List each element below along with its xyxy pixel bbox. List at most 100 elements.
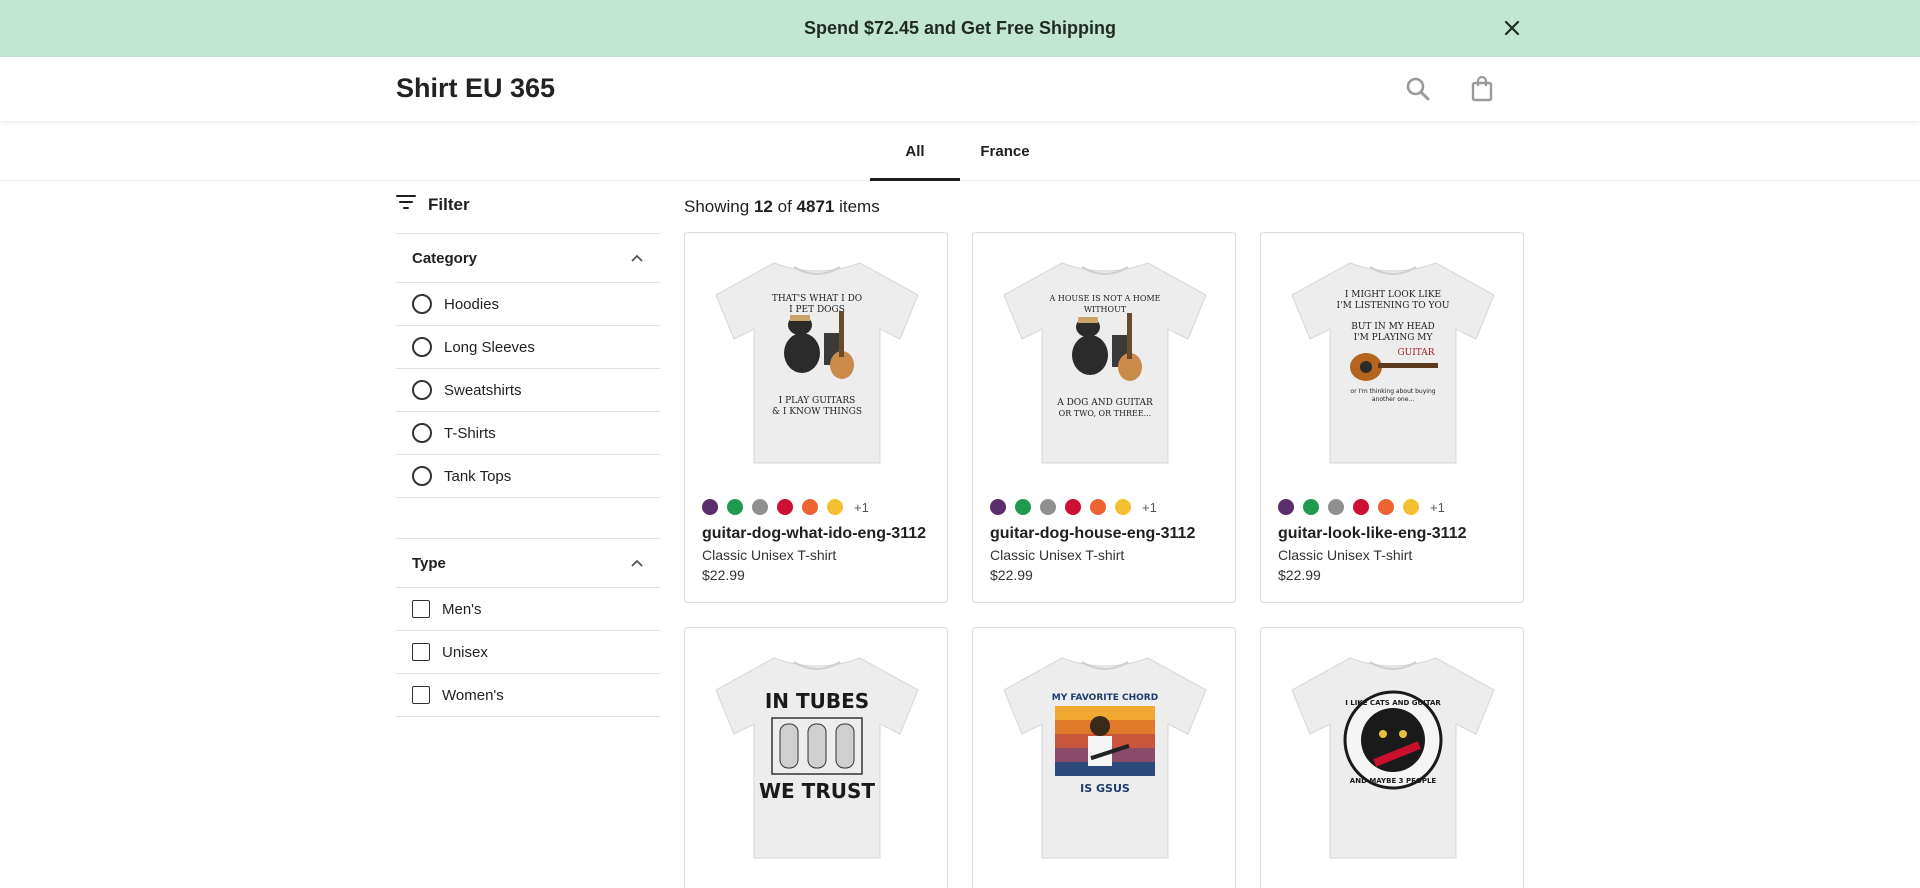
option-label: Tank Tops [444, 467, 512, 485]
close-icon[interactable] [1500, 16, 1524, 40]
color-swatch[interactable] [1328, 499, 1344, 515]
chevron-up-icon [630, 250, 644, 267]
color-swatches: +1 [702, 499, 869, 515]
color-swatch[interactable] [1115, 499, 1131, 515]
type-title: Type [412, 554, 446, 572]
filter-label: Filter [428, 194, 470, 214]
chevron-up-icon [630, 555, 644, 572]
option-label: Hoodies [444, 295, 500, 313]
category-option-sweatshirts[interactable]: Sweatshirts [396, 369, 660, 412]
category-header[interactable]: Category [396, 233, 660, 283]
type-header[interactable]: Type [396, 538, 660, 588]
radio-button[interactable] [412, 294, 432, 314]
category-option-hoodies[interactable]: Hoodies [396, 283, 660, 326]
type-option-unisex[interactable]: Unisex [396, 631, 660, 674]
radio-button[interactable] [412, 466, 432, 486]
color-swatch[interactable] [777, 499, 793, 515]
product-image[interactable]: THAT'S WHAT I DO I PET DOGS I PLAY GUITA… [685, 233, 947, 481]
category-option-long-sleeves[interactable]: Long Sleeves [396, 326, 660, 369]
radio-button[interactable] [412, 337, 432, 357]
product-image[interactable]: I MIGHT LOOK LIKE I'M LISTENING TO YOU B… [1261, 233, 1523, 481]
print-text: I LIKE CATS AND GUITAR [1345, 699, 1441, 707]
print-text: WITHOUT [1084, 305, 1127, 314]
color-swatch[interactable] [1303, 499, 1319, 515]
product-price: $22.99 [990, 567, 1033, 583]
color-swatches: +1 [1278, 499, 1445, 515]
more-colors: +1 [854, 499, 869, 515]
color-swatch[interactable] [702, 499, 718, 515]
type-option-womens[interactable]: Women's [396, 674, 660, 717]
category-title: Category [412, 249, 478, 267]
color-swatch[interactable] [802, 499, 818, 515]
product-card[interactable]: A HOUSE IS NOT A HOME WITHOUT A DOG AND … [972, 232, 1236, 603]
print-text: I'M PLAYING MY [1354, 333, 1434, 343]
print-text: IN TUBES [765, 689, 869, 713]
product-card[interactable]: IN TUBES WE TRUST [684, 627, 948, 888]
category-option-tank-tops[interactable]: Tank Tops [396, 455, 660, 498]
radio-button[interactable] [412, 423, 432, 443]
product-name[interactable]: guitar-dog-house-eng-3112 [990, 525, 1222, 543]
product-type: Classic Unisex T-shirt [990, 547, 1125, 563]
color-swatch[interactable] [1015, 499, 1031, 515]
print-text: or I'm thinking about buying [1350, 388, 1435, 395]
option-label: T-Shirts [444, 424, 496, 442]
color-swatch[interactable] [1378, 499, 1394, 515]
checkbox[interactable] [412, 600, 430, 618]
product-image[interactable]: I LIKE CATS AND GUITAR AND MAYBE 3 PEOPL… [1261, 628, 1523, 876]
print-text: A HOUSE IS NOT A HOME [1049, 294, 1161, 303]
print-text: A DOG AND GUITAR [1056, 398, 1153, 408]
print-text: OR TWO, OR THREE... [1059, 409, 1152, 418]
print-text: I MIGHT LOOK LIKE [1345, 290, 1441, 300]
option-label: Sweatshirts [444, 381, 522, 399]
results-suffix: items [839, 197, 880, 216]
checkbox[interactable] [412, 643, 430, 661]
color-swatch[interactable] [1403, 499, 1419, 515]
print-text: WE TRUST [759, 779, 875, 803]
more-colors: +1 [1430, 499, 1445, 515]
product-card[interactable]: MY FAVORITE CHORD IS GSUS [972, 627, 1236, 888]
shopping-bag-icon[interactable] [1468, 75, 1496, 103]
tab-france[interactable]: France [960, 121, 1050, 181]
color-swatch[interactable] [1040, 499, 1056, 515]
filter-heading[interactable]: Filter [396, 194, 470, 215]
collection-tabs: All France [0, 121, 1920, 181]
product-image[interactable]: IN TUBES WE TRUST [685, 628, 947, 876]
search-icon[interactable] [1404, 75, 1432, 103]
print-text: THAT'S WHAT I DO [772, 294, 862, 304]
type-filter: Type Men's Unisex Women's [396, 538, 660, 717]
product-name[interactable]: guitar-dog-what-ido-eng-3112 [702, 525, 934, 543]
option-label: Unisex [442, 643, 488, 661]
category-option-t-shirts[interactable]: T-Shirts [396, 412, 660, 455]
color-swatch[interactable] [1090, 499, 1106, 515]
color-swatch[interactable] [1278, 499, 1294, 515]
tab-all[interactable]: All [870, 121, 960, 181]
color-swatch[interactable] [727, 499, 743, 515]
print-text: & I KNOW THINGS [772, 407, 862, 417]
print-text: I PET DOGS [789, 305, 845, 315]
filter-icon [396, 194, 416, 215]
print-text: another one... [1372, 396, 1414, 403]
color-swatch[interactable] [1065, 499, 1081, 515]
product-price: $22.99 [1278, 567, 1321, 583]
color-swatch[interactable] [1353, 499, 1369, 515]
print-text: I PLAY GUITARS [779, 396, 856, 406]
option-label: Women's [442, 686, 504, 704]
product-image[interactable]: MY FAVORITE CHORD IS GSUS [973, 628, 1235, 876]
store-title[interactable]: Shirt EU 365 [396, 73, 555, 104]
product-image[interactable]: A HOUSE IS NOT A HOME WITHOUT A DOG AND … [973, 233, 1235, 481]
results-shown: 12 [753, 197, 773, 216]
results-total: 4871 [796, 197, 835, 216]
print-text: IS GSUS [1080, 782, 1130, 795]
color-swatch[interactable] [990, 499, 1006, 515]
option-label: Men's [442, 600, 482, 618]
type-option-mens[interactable]: Men's [396, 588, 660, 631]
product-card[interactable]: I MIGHT LOOK LIKE I'M LISTENING TO YOU B… [1260, 232, 1524, 603]
print-text: I'M LISTENING TO YOU [1337, 301, 1450, 311]
color-swatch[interactable] [827, 499, 843, 515]
product-card[interactable]: THAT'S WHAT I DO I PET DOGS I PLAY GUITA… [684, 232, 948, 603]
product-name[interactable]: guitar-look-like-eng-3112 [1278, 525, 1510, 543]
radio-button[interactable] [412, 380, 432, 400]
product-card[interactable]: I LIKE CATS AND GUITAR AND MAYBE 3 PEOPL… [1260, 627, 1524, 888]
checkbox[interactable] [412, 686, 430, 704]
color-swatch[interactable] [752, 499, 768, 515]
